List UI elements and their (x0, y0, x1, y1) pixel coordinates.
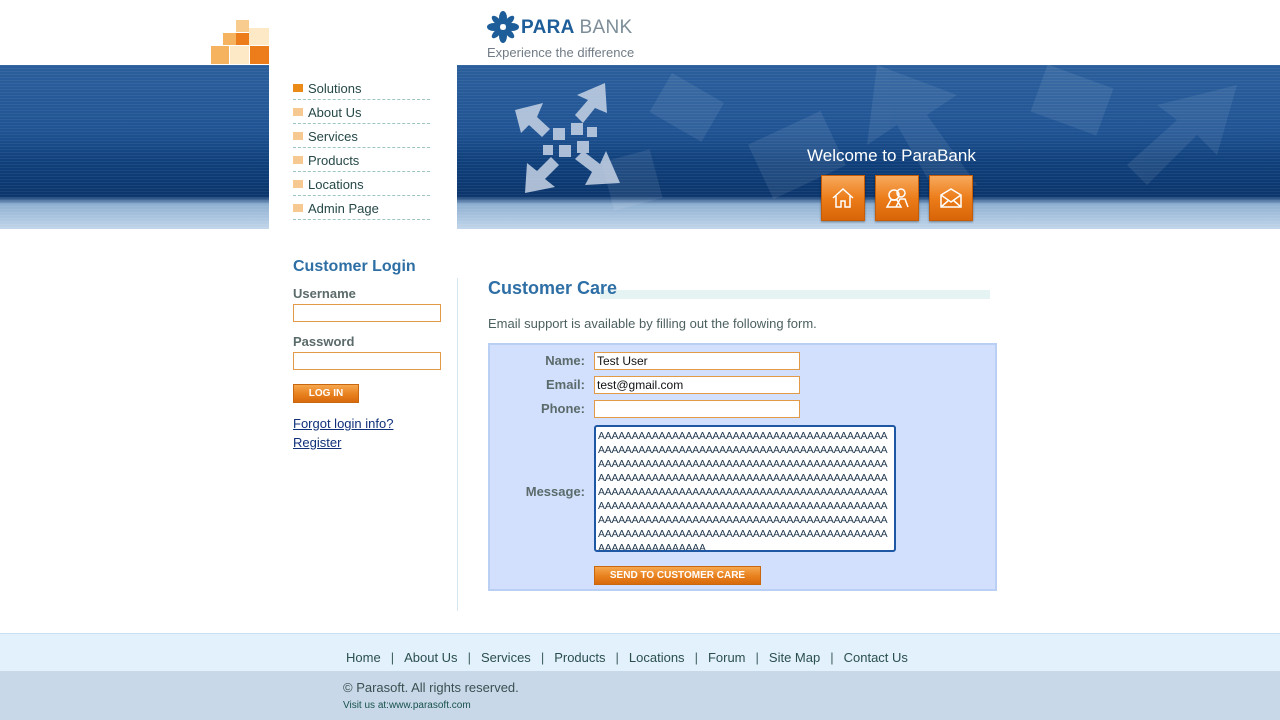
bullet-icon (293, 180, 303, 188)
header-banner: Welcome to ParaBank (0, 65, 1280, 229)
footer-link-products[interactable]: Products (554, 650, 605, 665)
bullet-icon (293, 204, 303, 212)
send-to-customer-care-button[interactable]: SEND TO CUSTOMER CARE (594, 566, 761, 585)
footer-nav: Home | About Us | Services | Products | Location… (0, 633, 1280, 672)
contact-icon (940, 188, 962, 208)
parabank-logo[interactable]: PARA BANK Experience the difference (487, 11, 647, 61)
about-icon (885, 188, 909, 208)
nav-link[interactable]: Products (308, 153, 359, 168)
column-divider (457, 278, 458, 611)
name-input[interactable] (594, 352, 800, 370)
nav-item-about-us[interactable]: About Us (293, 101, 430, 124)
phone-input[interactable] (594, 400, 800, 418)
customer-care-form: Name: Email: Phone: Message: AAAAAAAAAAA… (488, 343, 997, 591)
nav-link[interactable]: Admin Page (308, 201, 379, 216)
page-intro: Email support is available by filling ou… (488, 316, 817, 331)
message-label: Message: (525, 484, 585, 499)
bullet-icon (293, 84, 303, 92)
nav-link[interactable]: Locations (308, 177, 364, 192)
name-label: Name: (545, 353, 585, 368)
about-button[interactable] (875, 175, 919, 221)
nav-item-solutions[interactable]: Solutions (293, 77, 430, 100)
contact-button[interactable] (929, 175, 973, 221)
nav-item-services[interactable]: Services (293, 125, 430, 148)
visit-text: Visit us at:www.parasoft.com (343, 700, 471, 711)
header-decoration (211, 20, 269, 64)
username-label: Username (293, 286, 356, 301)
footer-link-forum[interactable]: Forum (708, 650, 746, 665)
nav-item-admin-page[interactable]: Admin Page (293, 197, 430, 220)
login-title: Customer Login (293, 258, 416, 275)
phone-label: Phone: (540, 401, 585, 416)
email-label: Email: (545, 377, 585, 392)
left-nav-panel: Solutions About Us Services Products Loc… (269, 65, 457, 245)
footer-separator: | (615, 650, 619, 665)
bullet-icon (293, 156, 303, 164)
welcome-text: Welcome to ParaBank (807, 146, 976, 165)
footer-link-contact-us[interactable]: Contact Us (844, 650, 908, 665)
page-title: Customer Care (488, 278, 618, 298)
home-button[interactable] (821, 175, 865, 221)
forgot-login-link[interactable]: Forgot login info? (293, 414, 453, 433)
footer-bottom: © Parasoft. All rights reserved. Visit u… (0, 671, 1280, 720)
login-button[interactable]: LOG IN (293, 384, 359, 403)
login-links: Forgot login info? Register (293, 414, 453, 452)
home-icon (832, 187, 854, 208)
footer-separator: | (467, 650, 471, 665)
message-textarea[interactable]: AAAAAAAAAAAAAAAAAAAAAAAAAAAAAAAAAAAAAAAA… (594, 425, 896, 552)
nav-item-products[interactable]: Products (293, 149, 430, 172)
password-input[interactable] (293, 352, 441, 370)
footer-separator: | (694, 650, 698, 665)
tagline: Experience the difference (487, 45, 635, 60)
parasoft-link[interactable]: www.parasoft.com (389, 700, 471, 711)
email-input[interactable] (594, 376, 800, 394)
footer-separator: | (540, 650, 545, 665)
nav-item-locations[interactable]: Locations (293, 173, 430, 196)
main-nav: Solutions About Us Services Products Loc… (293, 77, 430, 221)
footer-separator: | (830, 650, 834, 665)
password-label: Password (293, 334, 355, 349)
footer-separator: | (390, 650, 395, 665)
visit-prefix: Visit us at: (343, 700, 389, 711)
username-input[interactable] (293, 304, 441, 322)
register-link[interactable]: Register (293, 433, 453, 452)
nav-link[interactable]: About Us (308, 105, 361, 120)
customer-login-panel: Customer Login Username Password LOG IN … (293, 258, 453, 452)
nav-link[interactable]: Services (308, 129, 358, 144)
logo-text: PARA BANK (521, 17, 633, 38)
footer-link-services[interactable]: Services (481, 650, 531, 665)
footer-links: Home | About Us | Services | Products | Location… (346, 650, 908, 665)
bullet-icon (293, 132, 303, 140)
footer-link-about-us[interactable]: About Us (404, 650, 457, 665)
nav-link[interactable]: Solutions (308, 81, 361, 96)
flower-logo-icon (487, 11, 519, 43)
footer-link-site-map[interactable]: Site Map (769, 650, 820, 665)
footer-separator: | (755, 650, 759, 665)
footer-link-home[interactable]: Home (346, 650, 381, 665)
bullet-icon (293, 108, 303, 116)
footer-link-locations[interactable]: Locations (629, 650, 685, 665)
copyright-text: © Parasoft. All rights reserved. (343, 680, 519, 695)
